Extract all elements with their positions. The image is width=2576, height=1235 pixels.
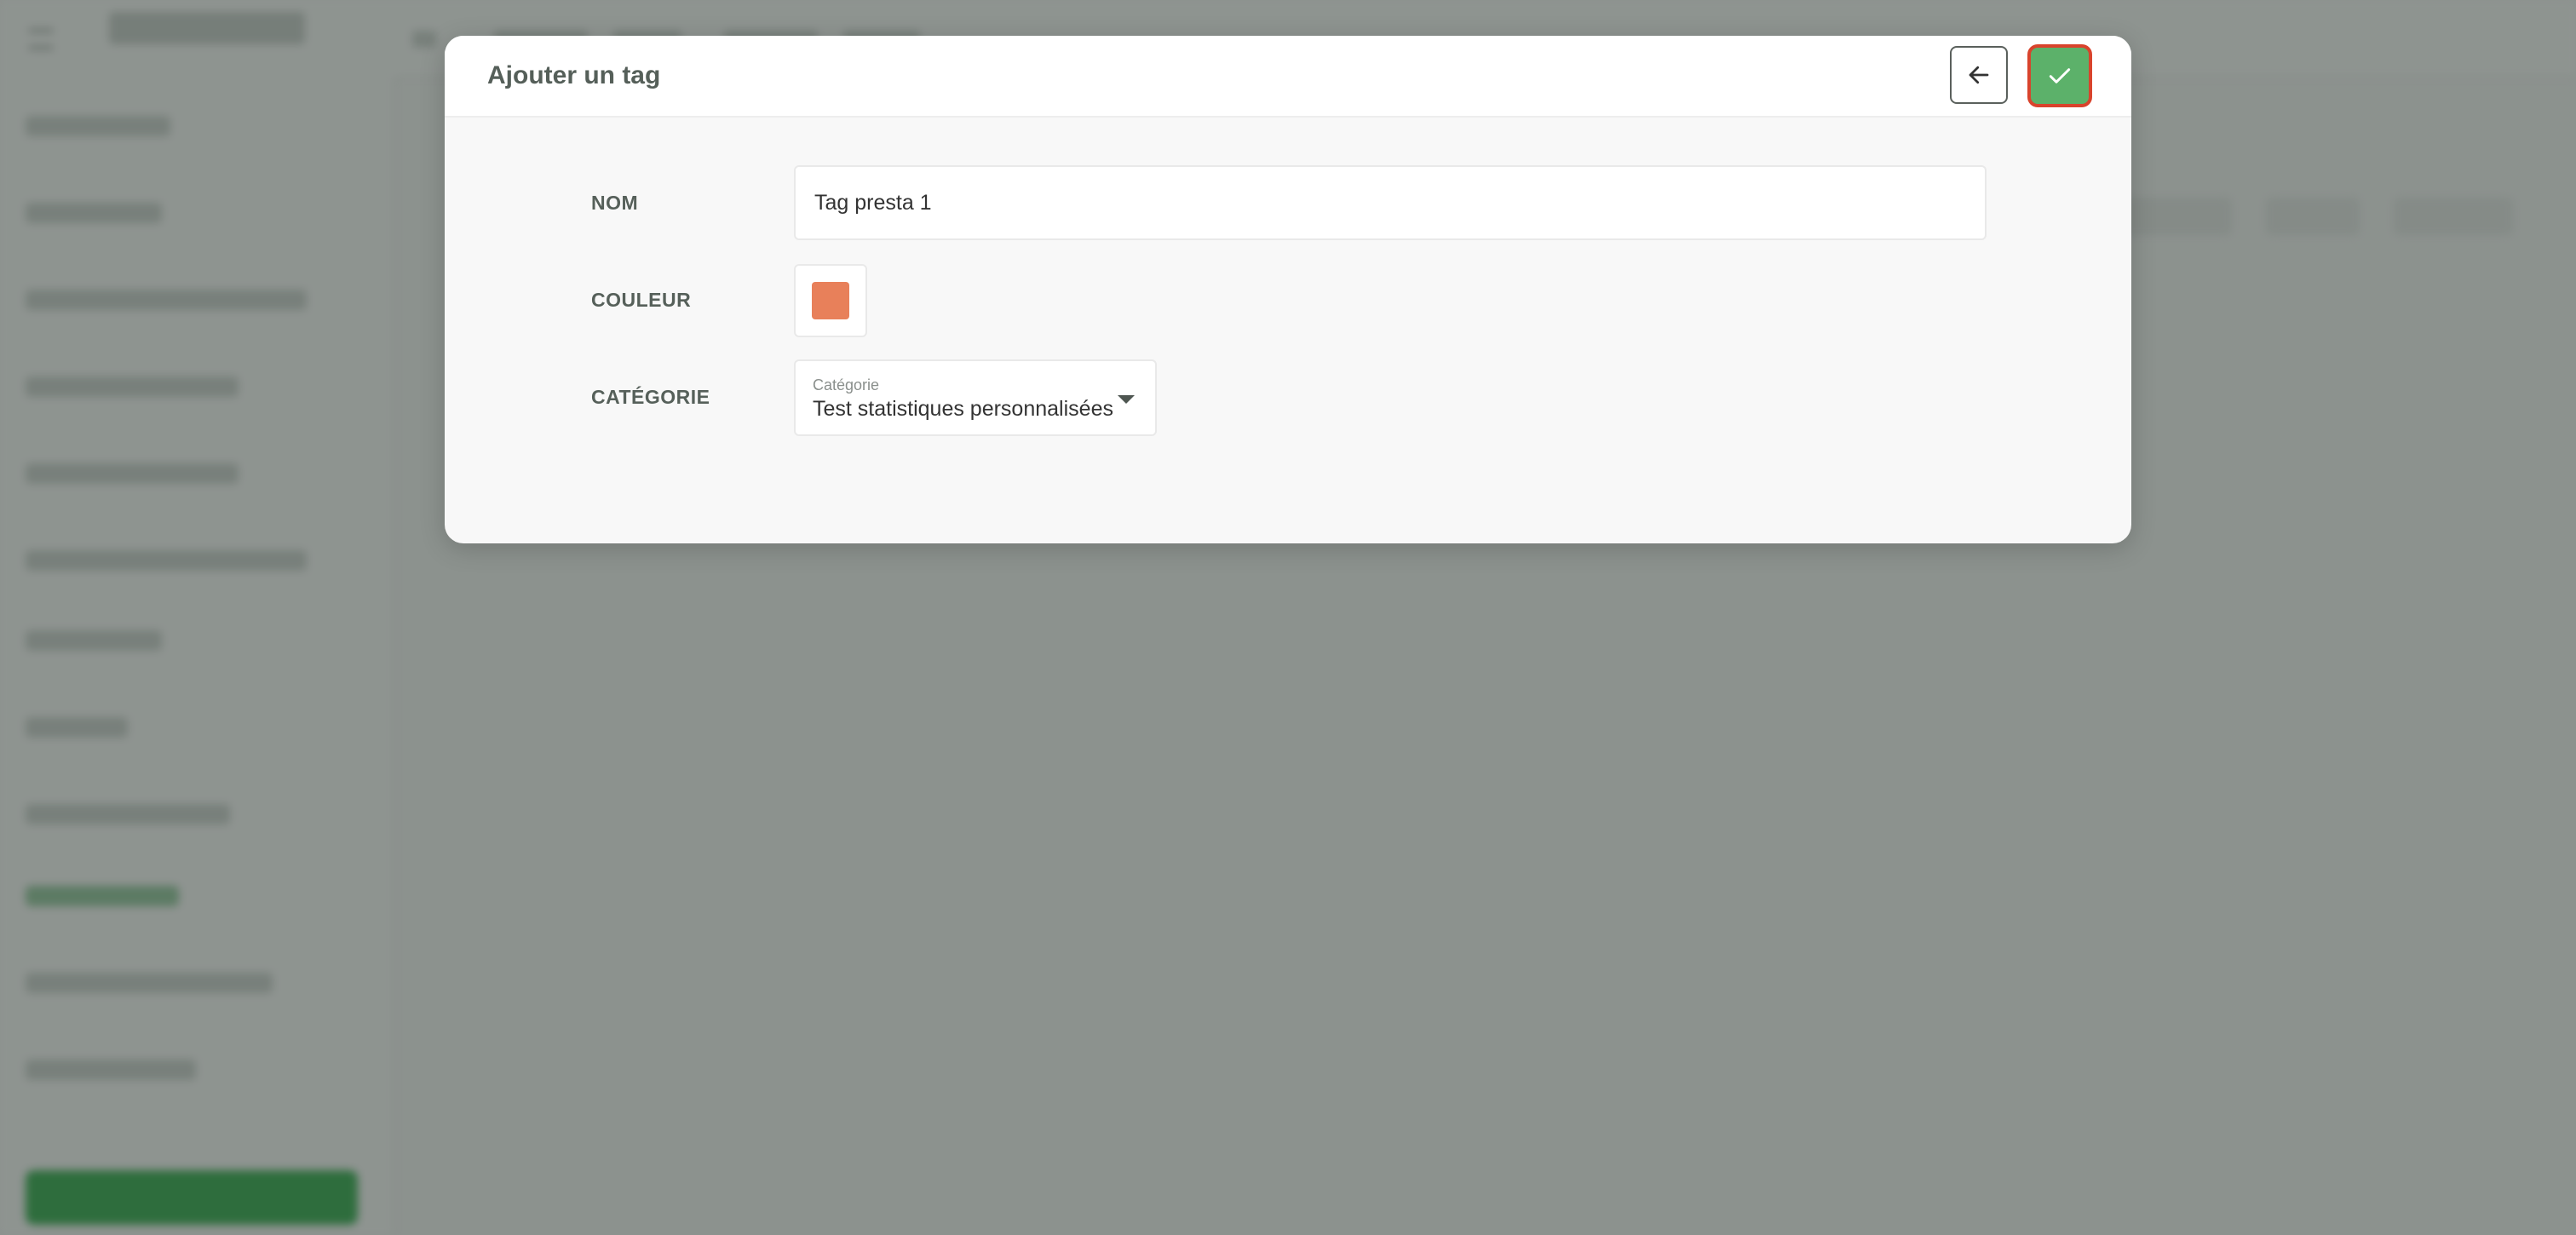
name-input[interactable] — [794, 165, 1987, 240]
modal-header: Ajouter un tag — [445, 36, 2131, 118]
name-label: NOM — [591, 192, 639, 214]
confirm-button[interactable] — [2027, 44, 2092, 107]
color-swatch — [812, 282, 849, 319]
category-select-label: Catégorie — [813, 376, 880, 393]
check-icon — [2049, 68, 2071, 83]
color-picker[interactable] — [794, 264, 867, 337]
category-label: CATÉGORIE — [591, 386, 710, 408]
category-select-value: Test statistiques personnalisées — [813, 397, 1113, 421]
modal-title: Ajouter un tag — [487, 61, 661, 89]
arrow-left-icon — [1969, 66, 1989, 84]
color-label: COULEUR — [591, 289, 692, 311]
back-button[interactable] — [1950, 46, 2008, 104]
chevron-down-icon — [1118, 395, 1135, 404]
category-select[interactable]: Catégorie Test statistiques personnalisé… — [794, 359, 1157, 436]
add-tag-modal: Ajouter un tag NOM COULEUR CATÉGORIE Cat… — [445, 36, 2131, 543]
